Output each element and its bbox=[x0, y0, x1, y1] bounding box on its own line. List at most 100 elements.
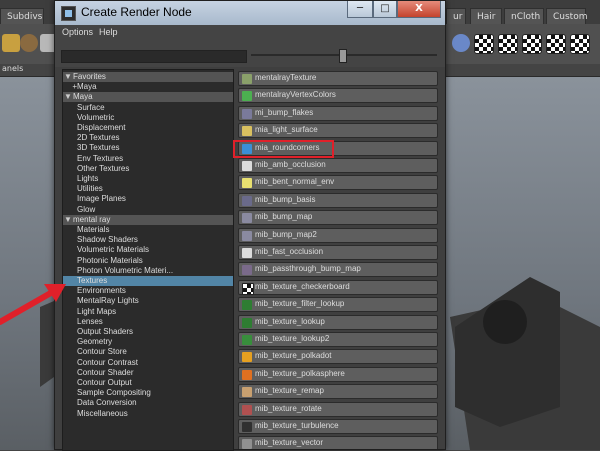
render-node-button[interactable]: mib_texture_polkadot bbox=[238, 349, 438, 365]
shelf-tab-custom[interactable]: Custom bbox=[546, 8, 587, 24]
expand-arrow-icon[interactable]: ▼ bbox=[63, 72, 73, 82]
checker-icon[interactable] bbox=[546, 34, 566, 54]
node-swatch-icon bbox=[242, 300, 252, 311]
dialog-titlebar[interactable]: Create Render Node ─ □ X bbox=[55, 1, 445, 25]
tree-item[interactable]: Materials bbox=[63, 225, 233, 235]
minimize-button[interactable]: ─ bbox=[347, 1, 373, 18]
render-node-button[interactable]: mib_bump_map bbox=[238, 210, 438, 226]
menu-help[interactable]: Help bbox=[99, 27, 118, 37]
tree-item[interactable]: 2D Textures bbox=[63, 133, 233, 143]
shelf-tab-partial[interactable]: ur bbox=[446, 8, 466, 24]
tree-item-label: Maya bbox=[73, 92, 93, 102]
tree-item[interactable]: Env Textures bbox=[63, 154, 233, 164]
render-node-button[interactable]: mib_passthrough_bump_map bbox=[238, 262, 438, 278]
node-swatch-icon bbox=[242, 404, 252, 415]
tree-item[interactable]: Glow bbox=[63, 205, 233, 215]
tree-item-label: Favorites bbox=[73, 72, 106, 81]
node-swatch-icon bbox=[242, 317, 252, 328]
node-label: mib_passthrough_bump_map bbox=[255, 264, 361, 274]
tree-item[interactable]: Contour Shader bbox=[63, 368, 233, 378]
render-node-button[interactable]: mib_bump_map2 bbox=[238, 227, 438, 243]
node-label: mib_bump_map bbox=[255, 212, 313, 222]
shelf-tool-icon[interactable] bbox=[20, 34, 38, 52]
node-swatch-icon bbox=[242, 335, 252, 345]
icon-size-slider-handle[interactable] bbox=[339, 49, 347, 63]
tree-item[interactable]: Contour Store bbox=[63, 347, 233, 357]
render-node-button[interactable]: mentalrayVertexColors bbox=[238, 88, 438, 104]
tree-item-label: Other Textures bbox=[77, 163, 130, 173]
tree-category-header[interactable]: ▼mental ray bbox=[63, 214, 233, 225]
tree-item[interactable]: Miscellaneous bbox=[63, 409, 233, 419]
create-render-node-dialog: Create Render Node ─ □ X Options Help ▼F… bbox=[54, 0, 446, 451]
tree-category-header[interactable]: ▼Maya bbox=[63, 92, 233, 103]
node-label: mia_light_surface bbox=[255, 125, 318, 135]
shelf-tool-icon[interactable] bbox=[452, 34, 470, 52]
tree-item[interactable]: Contour Output bbox=[63, 378, 233, 388]
render-node-button[interactable]: mi_bump_flakes bbox=[238, 105, 438, 121]
shelf-tab-subdivs[interactable]: Subdivs bbox=[0, 8, 44, 24]
tree-item-label: mental ray bbox=[73, 214, 111, 224]
render-node-button[interactable]: mentalrayTexture bbox=[238, 71, 438, 86]
tree-item[interactable]: Photonic Materials bbox=[63, 256, 233, 266]
node-label: mib_texture_turbulence bbox=[255, 421, 339, 430]
render-node-button[interactable]: mib_amb_occlusion bbox=[238, 158, 438, 173]
node-label: mib_texture_filter_lookup bbox=[255, 299, 345, 309]
render-node-button[interactable]: mib_fast_occlusion bbox=[238, 245, 438, 260]
render-node-button[interactable]: mib_texture_polkasphere bbox=[238, 366, 438, 382]
checker-icon[interactable] bbox=[474, 34, 494, 54]
tree-item-label: Displacement bbox=[77, 123, 126, 132]
tree-item[interactable]: + Maya bbox=[63, 82, 233, 92]
tree-indent: + bbox=[72, 82, 77, 92]
node-label: mib_bump_map2 bbox=[255, 229, 317, 239]
tree-item[interactable]: Displacement bbox=[63, 123, 233, 133]
tree-item[interactable]: Surface bbox=[63, 103, 233, 113]
render-node-button[interactable]: mia_light_surface bbox=[238, 123, 438, 139]
tree-item[interactable]: Geometry bbox=[63, 337, 233, 347]
node-swatch-icon bbox=[242, 213, 252, 224]
tree-item[interactable]: Data Conversion bbox=[63, 398, 233, 408]
tree-item[interactable]: Volumetric Materials bbox=[63, 245, 233, 255]
render-node-button[interactable]: mib_texture_vector bbox=[238, 436, 438, 449]
checker-icon[interactable] bbox=[570, 34, 590, 54]
tree-category-header[interactable]: ▼Favorites bbox=[63, 72, 233, 82]
node-swatch-icon bbox=[242, 161, 252, 171]
node-swatch-icon bbox=[242, 369, 252, 380]
category-tree: ▼Favorites + Maya ▼Maya Surface Volumetric Di… bbox=[62, 69, 234, 451]
filter-field[interactable] bbox=[61, 50, 247, 63]
checker-icon[interactable] bbox=[498, 34, 518, 54]
render-node-button[interactable]: mib_bump_basis bbox=[238, 192, 438, 208]
menu-options[interactable]: Options bbox=[62, 27, 93, 37]
tree-item-label: Volumetric Materials bbox=[77, 245, 150, 255]
expand-arrow-icon[interactable]: ▼ bbox=[63, 92, 73, 102]
shelf-tab-hair[interactable]: Hair bbox=[470, 8, 502, 24]
tree-item[interactable]: Other Textures bbox=[63, 164, 233, 174]
render-node-button[interactable]: mib_bent_normal_env bbox=[238, 175, 438, 191]
maximize-button[interactable]: □ bbox=[373, 1, 397, 18]
tree-item[interactable]: Contour Contrast bbox=[63, 358, 233, 368]
tree-item[interactable]: Utilities bbox=[63, 184, 233, 194]
tree-item-label: Lights bbox=[77, 174, 99, 183]
checker-icon[interactable] bbox=[522, 34, 542, 54]
render-node-button[interactable]: mib_texture_remap bbox=[238, 384, 438, 400]
render-node-button[interactable]: mib_texture_rotate bbox=[238, 401, 438, 417]
render-node-button[interactable]: mib_texture_filter_lookup bbox=[238, 297, 438, 313]
tree-item[interactable]: Shadow Shaders bbox=[63, 235, 233, 245]
tree-item[interactable]: Lights bbox=[63, 174, 233, 184]
node-swatch-icon bbox=[242, 248, 252, 258]
shelf-tab-ncloth[interactable]: nCloth bbox=[504, 8, 544, 24]
render-node-button[interactable]: mib_texture_lookup2 bbox=[238, 332, 438, 347]
render-node-button[interactable]: mib_texture_turbulence bbox=[238, 419, 438, 434]
render-node-button[interactable]: mib_texture_lookup bbox=[238, 314, 438, 330]
tree-item[interactable]: 3D Textures bbox=[63, 143, 233, 153]
tree-item[interactable]: Volumetric bbox=[63, 113, 233, 123]
panels-menu[interactable]: anels bbox=[2, 64, 23, 73]
render-node-button[interactable]: mib_texture_checkerboard bbox=[238, 279, 438, 295]
tree-item[interactable]: Image Planes bbox=[63, 194, 233, 204]
node-swatch-icon bbox=[242, 352, 252, 363]
expand-arrow-icon[interactable]: ▼ bbox=[63, 215, 73, 225]
filter-strip bbox=[55, 41, 445, 67]
maya-window-icon bbox=[61, 6, 76, 21]
close-button[interactable]: X bbox=[397, 1, 441, 18]
shelf-tool-icon[interactable] bbox=[2, 34, 20, 52]
tree-item[interactable]: Sample Compositing bbox=[63, 388, 233, 398]
